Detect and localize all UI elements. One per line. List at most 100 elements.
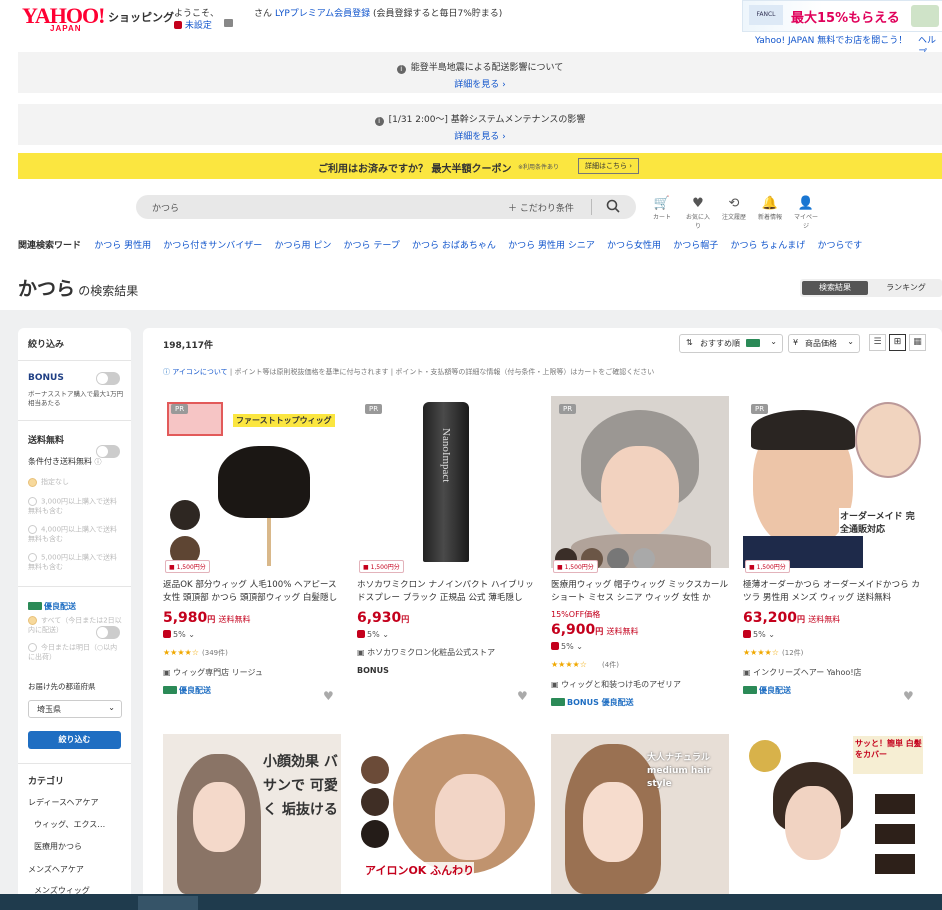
store-name[interactable]: ウィッグと和装つけ毛のアゼリア xyxy=(551,679,681,690)
store-name[interactable]: ホソカワミクロン化粧品公式ストア xyxy=(357,647,495,658)
image-label: アイロンOK ふんわり xyxy=(365,862,475,878)
favorite-heart-icon[interactable]: ♥ xyxy=(903,689,914,703)
grid-view-icon[interactable]: ⊞ xyxy=(889,334,906,351)
bonus-toggle[interactable] xyxy=(96,372,120,385)
related-word[interactable]: かつら用 ピン xyxy=(274,241,331,251)
product-card[interactable]: オーダーメイド 完全通販対応 PR 1,500円分 極薄オーダーかつら オーダー… xyxy=(743,396,923,716)
truck-icon xyxy=(551,698,565,706)
ship-option[interactable]: 4,000円以上購入で送料無料も含む xyxy=(28,525,124,544)
product-title[interactable]: 極薄オーダーかつら オーダーメイドかつら カツラ 男性用 メンズ ウィッグ 送料… xyxy=(743,579,925,605)
store-name[interactable]: ウィッグ専門店 リージュ xyxy=(163,667,263,678)
related-word[interactable]: かつら付きサンバイザー xyxy=(163,241,262,251)
radio-icon xyxy=(28,553,37,562)
yuryo-option[interactable]: 今日または明日（○以内に出荷） xyxy=(28,643,124,662)
reviews[interactable]: (349件) xyxy=(202,649,228,657)
category-item[interactable]: 医療用かつら xyxy=(34,841,82,852)
unset-link[interactable]: 未設定 xyxy=(174,18,212,31)
product-title[interactable]: 返品OK 部分ウィッグ 人毛100% ヘアピース 女性 頭頂部 かつら 頭頂部ウ… xyxy=(163,579,343,605)
radio-icon xyxy=(28,616,37,625)
discount-label: 15%OFF価格 xyxy=(551,610,601,619)
image-label: オーダーメイド 完全通販対応 xyxy=(839,508,923,536)
yuryo-label: 優良配送 xyxy=(28,601,76,612)
store-name[interactable]: インクリーズヘアー Yahoo!店 xyxy=(743,667,861,678)
favorite-heart-icon[interactable]: ♥ xyxy=(517,689,528,703)
reviews[interactable]: (12件) xyxy=(782,649,803,657)
filter-sidebar: 絞り込み BONUS ボーナスストア購入で最大1万円相当あたる 送料無料 条件付… xyxy=(18,328,131,910)
truck-icon xyxy=(163,686,177,694)
ship-option[interactable]: 指定なし xyxy=(28,477,69,487)
notice-detail-link[interactable]: 詳細を見る › xyxy=(18,129,942,142)
product-image[interactable] xyxy=(551,396,729,568)
price-sort-select[interactable]: ¥ 商品価格 ⌄ xyxy=(788,334,860,353)
taskbar-item[interactable] xyxy=(138,896,198,910)
points-value: 5% xyxy=(173,630,186,639)
product-image[interactable]: 小顔効果 バサンで 可愛く 垢抜ける xyxy=(163,734,341,894)
product-image[interactable]: オーダーメイド 完全通販対応 xyxy=(743,396,923,568)
product-image[interactable]: アイロンOK ふんわり xyxy=(357,734,535,894)
product-image[interactable]: 大人ナチュラル medium hair style xyxy=(551,734,729,894)
header-icon-bar: 🛒 カート ♥ お気に入り ⟲ 注文履歴 🔔 新着情報 👤 マイページ xyxy=(648,196,820,230)
mypage-button[interactable]: 👤 マイページ xyxy=(792,196,820,230)
coupon-detail-button[interactable]: 詳細はこちら › xyxy=(578,158,640,174)
lyp-premium-link[interactable]: LYPプレミアム会員登録 (会員登録すると毎日7%貯まる) xyxy=(275,6,502,19)
open-store-link[interactable]: Yahoo! JAPAN 無料でお店を開こう！ xyxy=(755,33,907,46)
product-card[interactable]: PR 1,500円分 医療用ウィッグ 帽子ウィッグ ミックスカールショート ミセ… xyxy=(551,396,731,716)
product-title[interactable]: 医療用ウィッグ 帽子ウィッグ ミックスカールショート ミセス シニア ウィッグ … xyxy=(551,579,731,605)
related-word[interactable]: かつら おばあちゃん xyxy=(412,241,496,251)
icon-about-link[interactable]: アイコンについて xyxy=(172,368,227,376)
category-item[interactable]: メンズヘアケア xyxy=(28,864,84,875)
rating: ★★★★☆ (12件) xyxy=(743,647,803,658)
price: 5,980 xyxy=(163,610,208,626)
badge-text: BONUS 優良配送 xyxy=(567,698,634,707)
favorite-heart-icon[interactable]: ♥ xyxy=(323,689,334,703)
category-item[interactable]: ウィッグ、エクス… xyxy=(34,819,105,830)
wig-image xyxy=(218,446,310,518)
product-image[interactable]: サッと！簡単 白髪をカバー xyxy=(743,734,923,894)
favorites-button[interactable]: ♥ お気に入り xyxy=(684,196,712,230)
conditions-button[interactable]: ＋ こだわり条件 xyxy=(508,201,574,214)
yuryo-option[interactable]: すべて（今日または2日以内に配送） xyxy=(28,616,124,635)
card-icon[interactable] xyxy=(224,19,233,27)
tile-view-icon[interactable]: ▦ xyxy=(909,334,926,351)
tab-results[interactable]: 検索結果 xyxy=(802,281,868,295)
order-history-button[interactable]: ⟲ 注文履歴 xyxy=(720,196,748,230)
shopping-label[interactable]: ショッピング xyxy=(108,9,174,25)
coupon-banner[interactable]: ご利用はお済みですか？ 最大半額クーポン ※利用条件あり 詳細はこちら › xyxy=(18,153,942,179)
yahoo-logo[interactable]: YAHOO! JAPAN xyxy=(22,5,105,34)
search-input[interactable]: かつら xyxy=(152,201,179,214)
reviews[interactable]: (4件) xyxy=(602,661,619,669)
help-icon[interactable]: ⓘ xyxy=(95,458,102,466)
related-word[interactable]: かつら 男性用 xyxy=(94,241,151,251)
cart-button[interactable]: 🛒 カート xyxy=(648,196,676,230)
product-image[interactable]: ファーストトップウィッグ xyxy=(163,396,341,568)
related-word[interactable]: かつら 男性用 シニア xyxy=(508,241,595,251)
list-view-icon[interactable]: ☰ xyxy=(869,334,886,351)
search-button[interactable] xyxy=(606,199,620,213)
pref-select[interactable]: 埼玉県 ⌄ xyxy=(28,700,122,718)
news-button[interactable]: 🔔 新着情報 xyxy=(756,196,784,230)
price: 63,200 xyxy=(743,610,798,626)
ship-option[interactable]: 3,000円以上購入で送料無料も含む xyxy=(28,497,124,516)
product-card[interactable]: ファーストトップウィッグ PR 1,500円分 返品OK 部分ウィッグ 人毛10… xyxy=(163,396,343,716)
ship-option[interactable]: 5,000円以上購入で送料無料も含む xyxy=(28,553,124,572)
info-icon: ⓘ xyxy=(163,368,170,376)
apply-filter-button[interactable]: 絞り込む xyxy=(28,731,121,749)
product-image[interactable]: NanoImpact xyxy=(357,396,535,568)
notice-detail-link[interactable]: 詳細を見る › xyxy=(18,77,942,90)
tab-ranking[interactable]: ランキング xyxy=(872,281,940,295)
sort-select[interactable]: ⇅ おすすめ順 ⌄ xyxy=(679,334,783,353)
related-word[interactable]: かつら ちょんまげ xyxy=(730,241,805,251)
sort-value: おすすめ順 xyxy=(700,339,740,348)
related-word[interactable]: かつら帽子 xyxy=(673,241,718,251)
product-card[interactable]: NanoImpact PR 1,500円分 ホソカワミクロン ナノインパクト ハ… xyxy=(357,396,537,716)
badge-text: 優良配送 xyxy=(179,686,211,695)
divider xyxy=(18,763,131,764)
yen-unit: 円 xyxy=(595,627,604,636)
paypay-banner[interactable]: FANCL 最大15%もらえる xyxy=(742,0,942,32)
category-item[interactable]: レディースヘアケア xyxy=(28,797,98,808)
related-word[interactable]: かつら女性用 xyxy=(607,241,661,251)
related-word[interactable]: かつら テープ xyxy=(344,241,400,251)
product-title[interactable]: ホソカワミクロン ナノインパクト ハイブリッドスプレー ブラック 正規品 公式 … xyxy=(357,579,537,605)
related-word[interactable]: かつらです xyxy=(818,241,863,251)
delivery-badge: BONUS 優良配送 xyxy=(551,697,634,708)
